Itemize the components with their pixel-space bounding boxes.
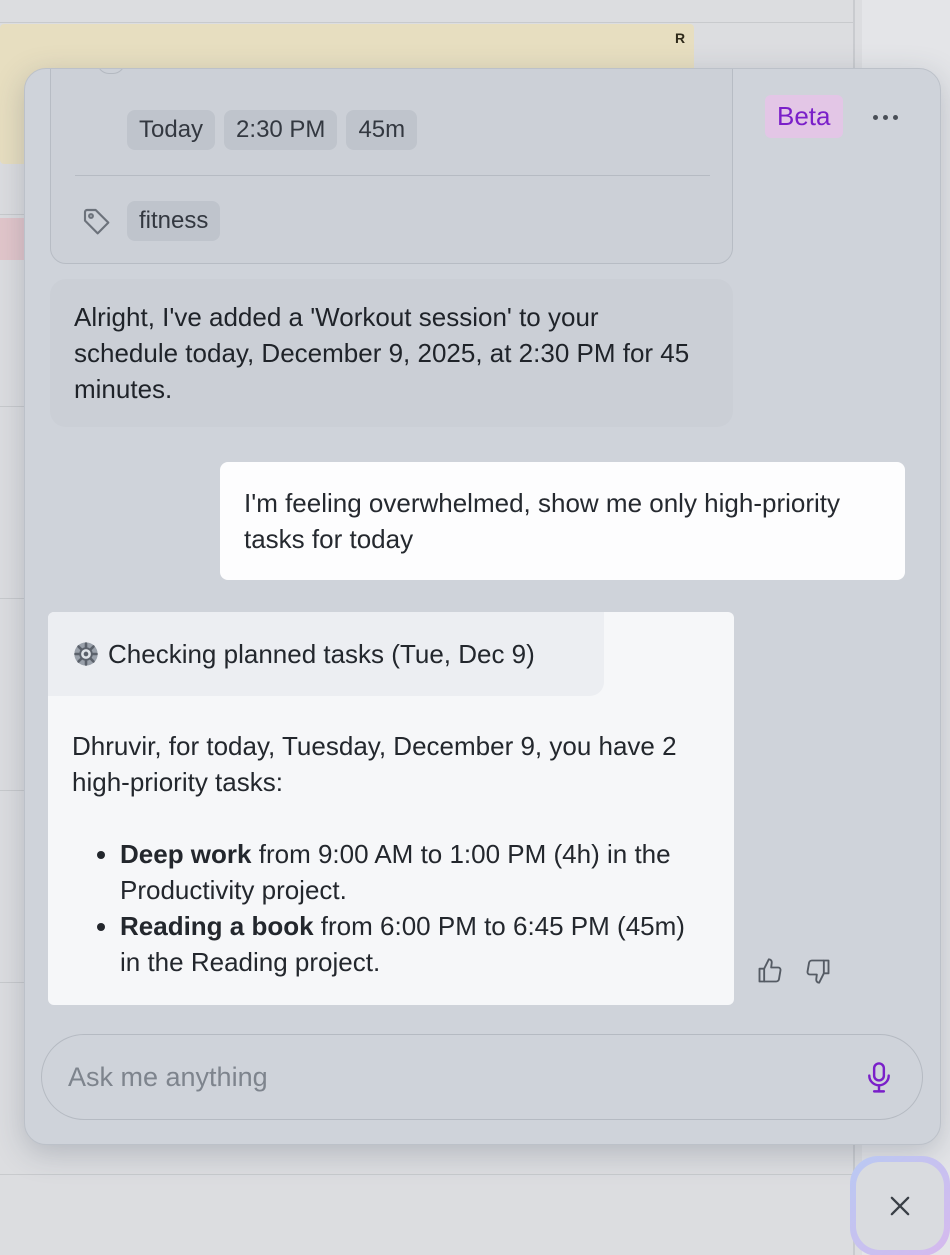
calendar-gridline (0, 22, 855, 23)
more-dot-icon (892, 114, 898, 120)
chat-input[interactable] (68, 1055, 848, 1099)
task-title: Reading a book (120, 911, 314, 941)
tool-status: Checking planned tasks (Tue, Dec 9) (48, 612, 604, 696)
tool-status-text: Checking planned tasks (Tue, Dec 9) (108, 638, 535, 669)
event-time-chip[interactable]: 2:30 PM (224, 110, 338, 150)
thumbs-up-icon[interactable] (756, 957, 784, 985)
microphone-icon[interactable] (864, 1061, 894, 1095)
user-message: I'm feeling overwhelmed, show me only hi… (220, 462, 905, 580)
card-divider (75, 175, 710, 176)
more-dot-icon (882, 114, 888, 120)
task-item: Deep work from 9:00 AM to 1:00 PM (4h) i… (120, 836, 712, 908)
reply-body: Dhruvir, for today, Tuesday, December 9,… (72, 728, 712, 980)
event-date-chip[interactable]: Today (127, 110, 216, 150)
calendar-event-letter: R (675, 30, 686, 46)
calendar-gridline (0, 1174, 855, 1175)
close-icon (890, 1196, 910, 1216)
more-options-button[interactable] (865, 101, 905, 133)
task-item: Reading a book from 6:00 PM to 6:45 PM (… (120, 908, 712, 980)
event-card[interactable]: Today 2:30 PM 45m fitness (50, 69, 733, 264)
tag-icon (83, 208, 110, 235)
chat-input-container (41, 1034, 923, 1120)
assistant-message: Alright, I've added a 'Workout session' … (50, 279, 733, 427)
reply-intro: Dhruvir, for today, Tuesday, December 9,… (72, 731, 677, 797)
event-checkbox[interactable] (97, 69, 125, 74)
calendar-event-block-pink[interactable] (0, 218, 24, 260)
task-title: Deep work (120, 839, 252, 869)
close-assistant-button[interactable] (850, 1156, 950, 1255)
assistant-reply: Checking planned tasks (Tue, Dec 9) Dhru… (48, 612, 734, 1005)
event-meta-chips: Today 2:30 PM 45m (127, 110, 418, 150)
more-dot-icon (872, 114, 878, 120)
gear-icon (74, 642, 98, 666)
event-duration-chip[interactable]: 45m (346, 110, 418, 150)
event-tag-chip[interactable]: fitness (127, 201, 221, 241)
beta-badge: Beta (765, 95, 843, 138)
thumbs-down-icon[interactable] (804, 957, 832, 985)
assistant-panel: Today 2:30 PM 45m fitness Beta Alright, … (24, 68, 941, 1145)
close-button-inner[interactable] (856, 1162, 944, 1250)
task-list: Deep work from 9:00 AM to 1:00 PM (4h) i… (72, 836, 712, 980)
